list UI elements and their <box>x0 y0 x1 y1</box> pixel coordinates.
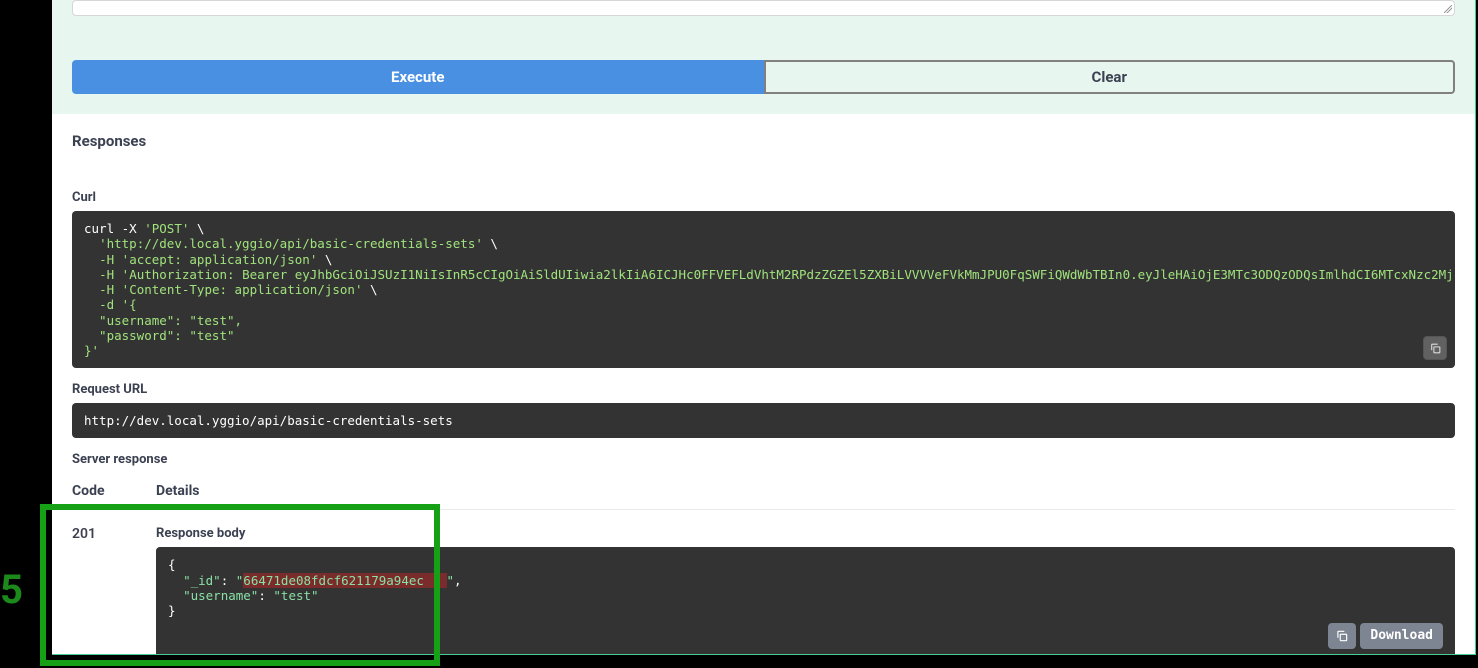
responses-heading: Responses <box>72 132 1455 150</box>
column-header-details: Details <box>156 483 1455 499</box>
download-button[interactable]: Download <box>1360 623 1443 649</box>
copy-response-button[interactable] <box>1328 623 1356 649</box>
curl-label: Curl <box>72 190 1455 205</box>
execute-button[interactable]: Execute <box>72 60 764 94</box>
request-body-textarea[interactable] <box>72 0 1455 16</box>
column-header-code: Code <box>72 483 156 499</box>
server-response-label: Server response <box>72 452 1455 467</box>
response-body-block: { "_id": "66471de08fdcf621179a94ec ", "u… <box>156 547 1455 655</box>
curl-code-block: curl -X 'POST' \ 'http://dev.local.yggio… <box>72 211 1455 368</box>
clear-button[interactable]: Clear <box>764 60 1456 94</box>
status-code: 201 <box>72 526 156 655</box>
copy-curl-button[interactable] <box>1423 336 1447 360</box>
step-marker: 5 <box>0 566 30 613</box>
request-url-label: Request URL <box>72 382 1455 397</box>
swagger-operation-panel: Execute Clear Responses Curl curl -X 'PO… <box>52 0 1476 655</box>
request-url-block: http://dev.local.yggio/api/basic-credent… <box>72 403 1455 438</box>
response-body-label: Response body <box>156 526 1455 541</box>
